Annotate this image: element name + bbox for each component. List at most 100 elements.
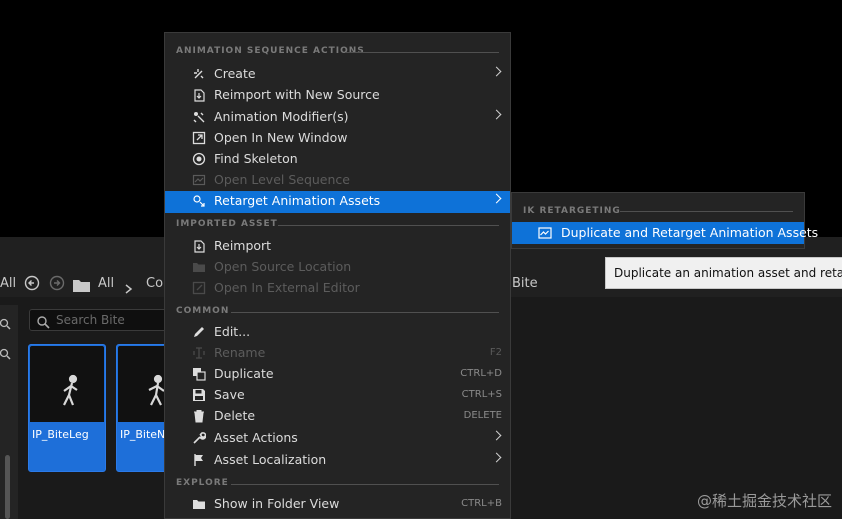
menu-item-asset-actions[interactable]: Asset Actions (165, 428, 510, 449)
scrollbar[interactable] (5, 455, 10, 519)
folder-icon (73, 277, 90, 292)
menu-item-duplicate[interactable]: Duplicate CTRL+D (165, 364, 510, 385)
menu-item-label: Open In External Editor (214, 280, 360, 295)
section-header: ANIMATION SEQUENCE ACTIONS (176, 46, 365, 56)
search-icon[interactable] (0, 315, 12, 330)
edit-icon (194, 327, 204, 337)
menu-item-label: Rename (214, 345, 266, 360)
asset-thumbnail (30, 346, 104, 422)
folder-icon (193, 263, 205, 272)
menu-item-save[interactable]: Save CTRL+S (165, 385, 510, 406)
section-divider (231, 484, 499, 485)
menu-item-label: Animation Modifier(s) (214, 109, 349, 124)
section-divider (620, 211, 793, 212)
breadcrumb-bite[interactable]: Bite (512, 276, 538, 291)
menu-item-label: Duplicate (214, 366, 274, 381)
shortcut-label: CTRL+B (461, 498, 502, 509)
chevron-right-icon (491, 109, 502, 120)
breadcrumb-content[interactable]: Coi (146, 276, 164, 291)
menu-item-label: Save (214, 387, 245, 402)
chevron-right-icon (491, 193, 502, 204)
menu-item-reimport-new-source[interactable]: Reimport with New Source (165, 85, 510, 106)
menu-item-edit[interactable]: Edit... (165, 322, 510, 343)
wrench-icon (193, 432, 206, 444)
watermark: @稀土掘金技术社区 (696, 492, 832, 510)
menu-item-find-skeleton[interactable]: Find Skeleton (165, 149, 510, 170)
menu-item-open-new-window[interactable]: Open In New Window (165, 128, 510, 149)
forward-icon[interactable] (49, 275, 65, 291)
find-skeleton-icon (192, 152, 206, 166)
section-header: EXPLORE (176, 478, 229, 488)
section-header: IK RETARGETING (523, 206, 621, 216)
menu-item-open-source-location[interactable]: Open Source Location (165, 257, 510, 278)
chevron-right-icon (491, 452, 502, 463)
menu-item-label: Open Source Location (214, 259, 352, 274)
section-divider (231, 312, 499, 313)
flag-icon (194, 454, 203, 466)
reimport-icon (194, 240, 205, 253)
reimport-icon (194, 89, 205, 102)
shortcut-label: F2 (489, 347, 502, 358)
search-input[interactable]: Search Bite (29, 309, 169, 331)
menu-item-label: Open In New Window (214, 130, 348, 145)
back-icon[interactable] (24, 275, 40, 291)
duplicate-icon (193, 368, 206, 381)
menu-item-delete[interactable]: Delete DELETE (165, 406, 510, 427)
menu-item-label: Reimport with New Source (214, 87, 380, 102)
search-icon (37, 314, 50, 329)
retarget-submenu: IK RETARGETING Duplicate and Retarget An… (511, 192, 818, 249)
asset-tile[interactable]: IP_BiteLeg (28, 344, 106, 472)
menu-item-open-level-sequence[interactable]: Open Level Sequence (165, 170, 510, 191)
menu-item-duplicate-and-retarget[interactable]: Duplicate and Retarget Animation Assets (512, 222, 818, 244)
search-icon[interactable] (0, 345, 12, 360)
shortcut-label: CTRL+S (461, 389, 502, 400)
menu-item-label: Asset Actions (214, 430, 298, 445)
chevron-right-icon (491, 66, 502, 77)
chevron-right-icon (125, 279, 133, 294)
menu-item-label: Show in Folder View (214, 496, 340, 511)
menu-item-retarget-animation-assets[interactable]: Retarget Animation Assets (165, 191, 510, 213)
external-editor-icon (192, 281, 206, 295)
tooltip-text: Duplicate an animation asset and retarge… (614, 266, 842, 280)
context-menu: ANIMATION SEQUENCE ACTIONS Create Reimpo… (164, 32, 511, 519)
menu-item-label: Open Level Sequence (214, 172, 350, 187)
rename-icon (193, 347, 205, 359)
menu-item-label: Create (214, 66, 256, 81)
shortcut-label: DELETE (463, 410, 502, 421)
save-icon (193, 389, 205, 401)
menu-item-label: Find Skeleton (214, 151, 298, 166)
section-divider (345, 52, 499, 53)
level-sequence-icon (192, 174, 206, 186)
menu-item-label: Edit... (214, 324, 251, 339)
section-header: COMMON (176, 306, 230, 316)
menu-item-label: Reimport (214, 238, 272, 253)
retarget-icon (193, 195, 205, 207)
section-header: IMPORTED ASSET (176, 219, 278, 229)
sources-panel-strip (0, 305, 18, 519)
folder-icon (193, 500, 205, 509)
menu-item-open-external-editor[interactable]: Open In External Editor (165, 278, 510, 299)
menu-item-create[interactable]: Create (165, 64, 510, 85)
menu-item-reimport[interactable]: Reimport (165, 236, 510, 257)
chevron-right-icon (491, 430, 502, 441)
animation-sequence-icon (538, 227, 552, 239)
menu-item-label: Asset Localization (214, 452, 327, 467)
shortcut-label: CTRL+D (460, 368, 502, 379)
search-placeholder: Search Bite (56, 313, 125, 327)
delete-icon (194, 410, 204, 423)
menu-item-asset-localization[interactable]: Asset Localization (165, 450, 510, 471)
menu-item-show-in-folder-view[interactable]: Show in Folder View CTRL+B (165, 494, 510, 515)
open-window-icon (192, 131, 206, 145)
tooltip: Duplicate an animation asset and retarge… (605, 257, 842, 289)
asset-name: IP_BiteLeg (32, 428, 89, 441)
section-divider (278, 225, 499, 226)
breadcrumb-all[interactable]: All (98, 276, 114, 291)
menu-item-label: Duplicate and Retarget Animation Assets (561, 225, 819, 240)
menu-item-label: Delete (214, 408, 256, 423)
menu-item-animation-modifiers[interactable]: Animation Modifier(s) (165, 107, 510, 128)
modifier-icon (193, 112, 205, 123)
menu-item-rename[interactable]: Rename F2 (165, 343, 510, 364)
menu-item-label: Retarget Animation Assets (214, 193, 381, 208)
create-icon (194, 69, 204, 79)
breadcrumb-all-clipped[interactable]: All (0, 276, 16, 291)
